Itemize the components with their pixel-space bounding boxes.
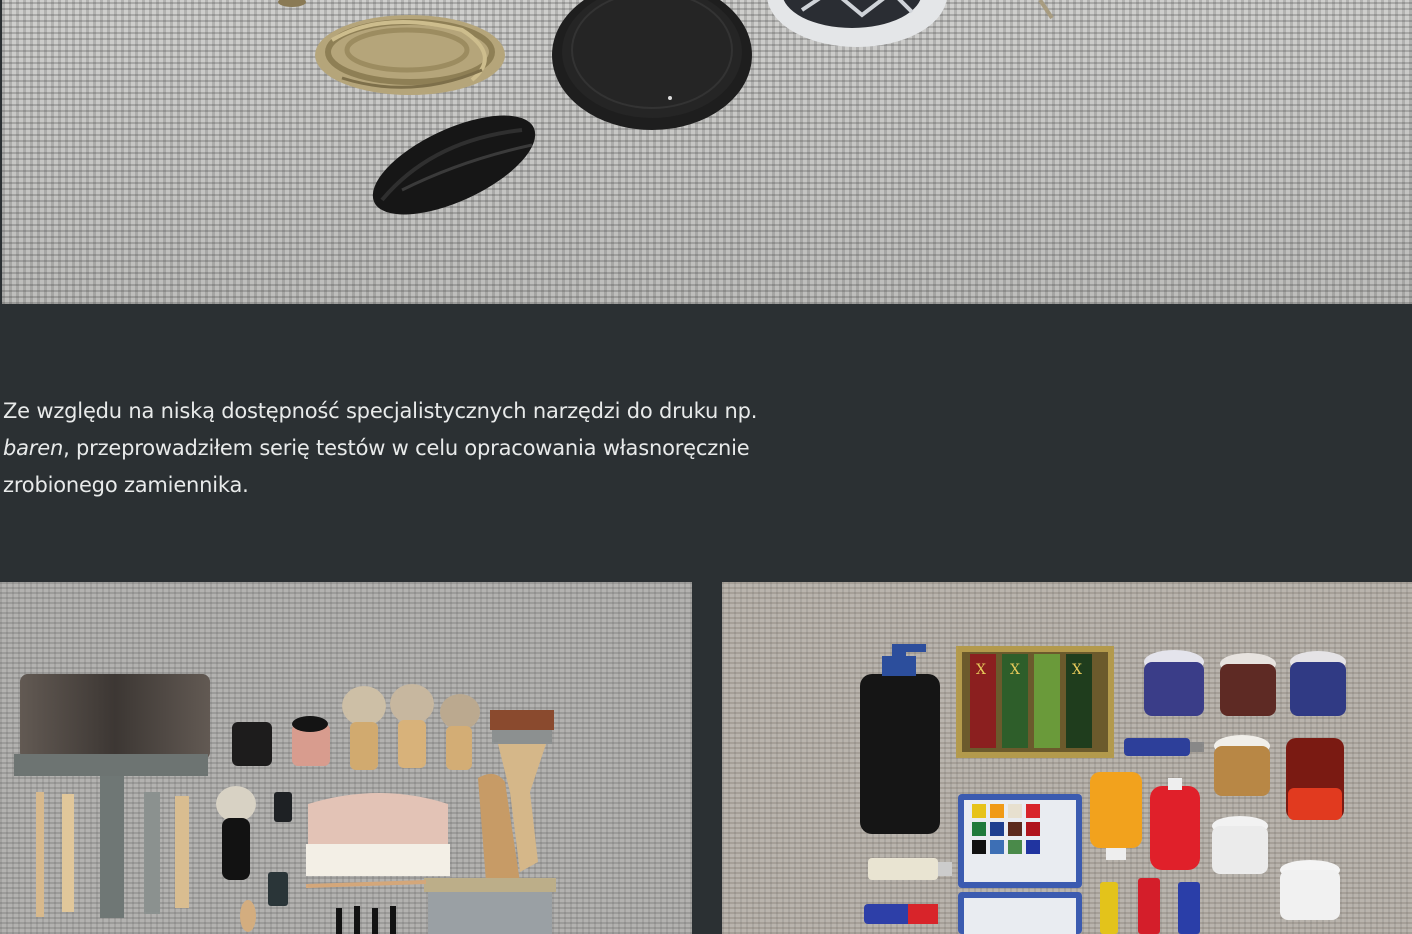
thin-stick [305,880,427,888]
wooden-knob [240,900,256,932]
photo-brushes [0,582,692,934]
baren-pad [552,0,752,130]
ink-bottle [268,872,288,906]
flat-brush-pink [306,793,450,876]
photo-inks-paints: X X X [722,582,1412,934]
description-line-rest: , przeprowadziłem serię testów w celu op… [63,436,750,460]
watercolor-palette [958,794,1082,934]
description-line: baren, przeprowadziłem serię testów w ce… [3,430,823,467]
ink-stick-glyph: X [976,662,986,678]
ink-stick-glyph: X [1010,662,1020,678]
twine-fragment [278,0,306,7]
photo-baren-materials [2,0,1412,304]
ink-stick-glyph: X [1072,662,1082,678]
baren-term: baren [3,436,64,460]
black-cord-coil [372,115,536,215]
description-paragraph: Ze względu na niską dostępność specjalis… [3,393,823,504]
description-line: Ze względu na niską dostępność specjalis… [3,399,758,423]
stick [1038,0,1054,20]
jute-twine-coil [315,15,505,95]
wrapped-bamboo-sheath [767,0,947,47]
brush-jars [232,716,330,766]
ink-pump-bottle [860,644,940,834]
ink-bottle [274,792,292,822]
small-black-brushes [336,906,396,934]
description-line: zrobionego zamiennika. [3,473,249,497]
ink-stick-set: X X X [956,646,1114,758]
page: Ze względu na niską dostępność specjalis… [0,0,1412,934]
